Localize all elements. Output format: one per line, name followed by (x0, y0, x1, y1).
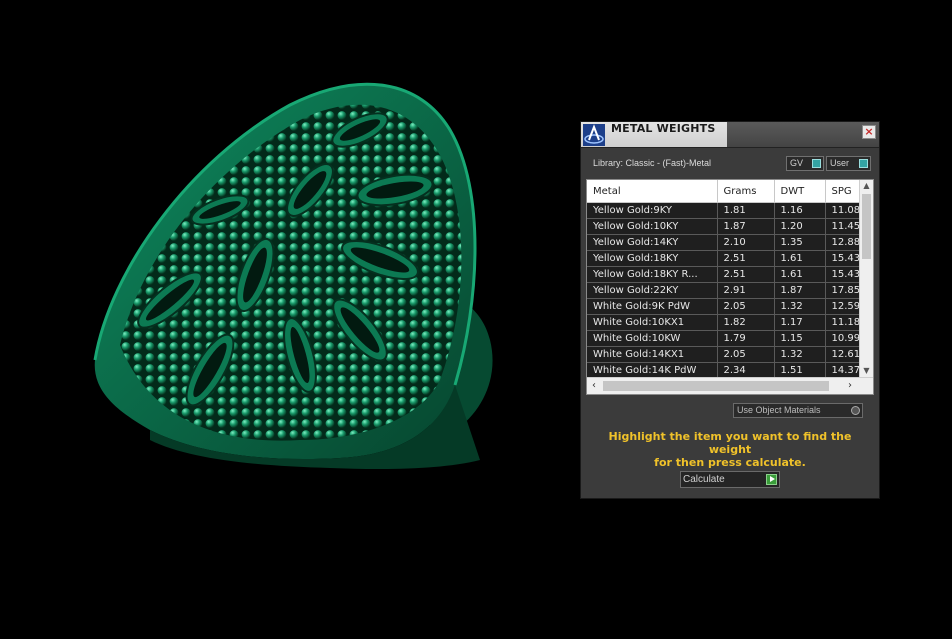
cell-dwt: 1.20 (774, 218, 826, 235)
cell-dwt: 1.87 (774, 282, 826, 299)
calculate-label: Calculate (683, 474, 725, 485)
horizontal-scrollbar[interactable]: ‹ › (587, 377, 873, 394)
instruction-text: Highlight the item you want to find the … (591, 430, 869, 469)
use-object-materials-option[interactable]: Use Object Materials (733, 403, 863, 418)
chevron-left-icon[interactable]: ‹ (587, 378, 601, 394)
metal-table: Metal Grams DWT SPG Yellow Gold:9KY 1.81 1… (587, 180, 873, 379)
table-row[interactable]: White Gold:9K PdW 2.05 1.32 12.59 (587, 298, 873, 315)
cell-dwt: 1.16 (774, 202, 826, 219)
cell-grams: 1.87 (717, 218, 775, 235)
calculate-button[interactable]: Calculate (680, 471, 780, 488)
cell-grams: 1.81 (717, 202, 775, 219)
cell-dwt: 1.15 (774, 330, 826, 347)
cell-metal: Yellow Gold:9KY (587, 202, 718, 219)
gv-toggle-label: GV (790, 158, 804, 168)
column-header-dwt[interactable]: DWT (774, 180, 826, 203)
instruction-line-1: Highlight the item you want to find the … (608, 430, 852, 456)
cell-metal: White Gold:9K PdW (587, 298, 718, 315)
column-header-metal[interactable]: Metal (587, 180, 718, 203)
cell-dwt: 1.61 (774, 250, 826, 267)
metal-weights-panel: METAL WEIGHTS × Library: Classic - (Fast… (580, 121, 880, 499)
cell-metal: Yellow Gold:10KY (587, 218, 718, 235)
chevron-right-icon[interactable]: › (843, 378, 857, 394)
chevron-down-icon[interactable]: ▼ (860, 365, 873, 377)
vertical-scroll-thumb[interactable] (862, 194, 871, 259)
cell-grams: 2.05 (717, 346, 775, 363)
library-label: Library: Classic - (Fast)-Metal (593, 158, 712, 168)
user-toggle-knob (859, 159, 868, 168)
cell-metal: White Gold:14KX1 (587, 346, 718, 363)
close-icon[interactable]: × (862, 125, 876, 139)
cell-grams: 2.05 (717, 298, 775, 315)
cell-metal: White Gold:10KX1 (587, 314, 718, 331)
vertical-scrollbar[interactable]: ▲ ▼ (859, 180, 873, 377)
app-logo-icon (583, 124, 605, 146)
cell-grams: 1.82 (717, 314, 775, 331)
gv-toggle-knob (812, 159, 821, 168)
cell-grams: 2.51 (717, 250, 775, 267)
cell-dwt: 1.32 (774, 346, 826, 363)
cell-dwt: 1.61 (774, 266, 826, 283)
cell-dwt: 1.17 (774, 314, 826, 331)
table-row[interactable]: Yellow Gold:10KY 1.87 1.20 11.45 (587, 218, 873, 235)
chevron-up-icon[interactable]: ▲ (860, 180, 873, 192)
panel-title: METAL WEIGHTS (611, 122, 716, 135)
cell-metal: Yellow Gold:18KY R... (587, 266, 718, 283)
use-object-materials-label: Use Object Materials (737, 405, 821, 415)
user-toggle-label: User (830, 158, 850, 168)
cell-grams: 2.10 (717, 234, 775, 251)
panel-titlebar[interactable]: METAL WEIGHTS × (581, 122, 879, 148)
user-toggle[interactable]: User (826, 156, 871, 171)
cell-dwt: 1.32 (774, 298, 826, 315)
table-row[interactable]: Yellow Gold:14KY 2.10 1.35 12.88 (587, 234, 873, 251)
table-row[interactable]: Yellow Gold:22KY 2.91 1.87 17.85 (587, 282, 873, 299)
cell-grams: 2.91 (717, 282, 775, 299)
horizontal-scroll-thumb[interactable] (603, 381, 829, 391)
cell-metal: White Gold:10KW (587, 330, 718, 347)
table-row[interactable]: White Gold:10KW 1.79 1.15 10.99 (587, 330, 873, 347)
table-row[interactable]: Yellow Gold:9KY 1.81 1.16 11.08 (587, 202, 873, 219)
metal-table-container[interactable]: Metal Grams DWT SPG Yellow Gold:9KY 1.81 1… (586, 179, 874, 395)
cell-grams: 1.79 (717, 330, 775, 347)
cell-dwt: 1.35 (774, 234, 826, 251)
cell-metal: Yellow Gold:18KY (587, 250, 718, 267)
column-header-grams[interactable]: Grams (717, 180, 775, 203)
radio-icon[interactable] (851, 406, 860, 415)
table-header-row: Metal Grams DWT SPG (587, 180, 873, 203)
table-row[interactable]: Yellow Gold:18KY 2.51 1.61 15.43 (587, 250, 873, 267)
cell-metal: Yellow Gold:22KY (587, 282, 718, 299)
instruction-line-2: for then press calculate. (654, 456, 806, 469)
cell-grams: 2.51 (717, 266, 775, 283)
table-row[interactable]: Yellow Gold:18KY R... 2.51 1.61 15.43 (587, 266, 873, 283)
gv-toggle[interactable]: GV (786, 156, 824, 171)
play-icon (766, 474, 777, 485)
table-row[interactable]: White Gold:14KX1 2.05 1.32 12.61 (587, 346, 873, 363)
table-row[interactable]: White Gold:10KX1 1.82 1.17 11.18 (587, 314, 873, 331)
title-tab: METAL WEIGHTS (581, 122, 727, 147)
cell-metal: Yellow Gold:14KY (587, 234, 718, 251)
